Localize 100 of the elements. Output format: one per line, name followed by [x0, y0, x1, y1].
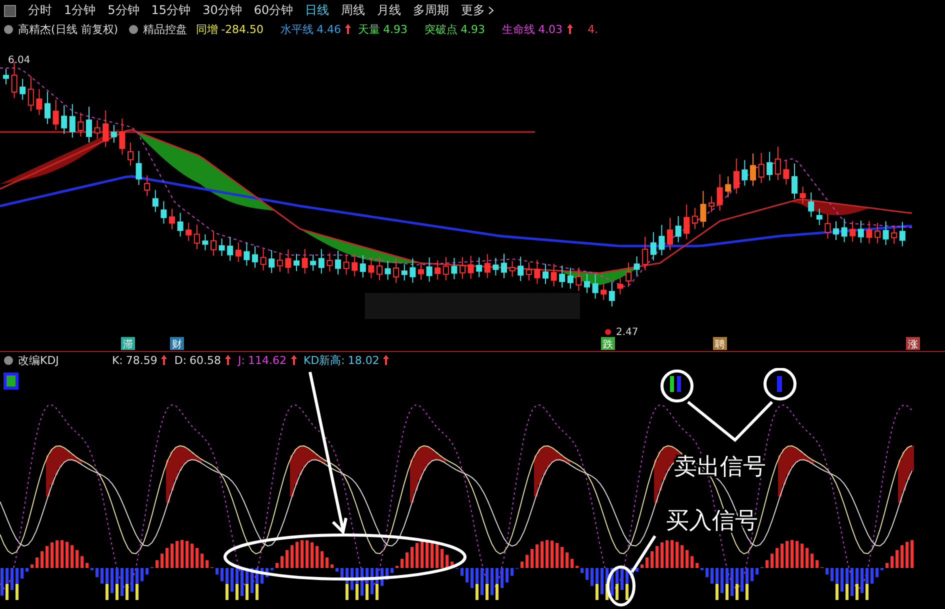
indicator-value: 78.59 [126, 354, 158, 367]
candlestick [634, 256, 640, 276]
period-tab[interactable]: 1分钟 [64, 2, 96, 20]
signal-marker: 涨 [906, 337, 920, 351]
candlestick [61, 105, 68, 135]
candlestick [584, 274, 590, 294]
candlestick [335, 250, 341, 276]
indicator-value: 60.58 [190, 354, 222, 367]
candlestick [426, 257, 432, 282]
period-tab[interactable]: 分时 [28, 2, 52, 20]
indicator-value: 4.93 [460, 22, 486, 36]
period-tab[interactable]: 周线 [341, 2, 366, 20]
indicator-value: 4.03 [538, 22, 563, 36]
price-label: 2.47 [616, 327, 638, 338]
indicator-label: D: [174, 354, 187, 367]
period-tab[interactable]: 15分钟 [151, 2, 191, 20]
candlestick [600, 283, 607, 301]
signal-marker: 财 [170, 337, 184, 351]
candlestick [310, 254, 316, 272]
chart-title: 改编KDJ [18, 352, 59, 368]
candlestick [177, 212, 184, 238]
candlestick [684, 204, 690, 240]
candlestick [742, 160, 748, 186]
candlestick [343, 254, 350, 276]
candlestick [608, 282, 615, 308]
candlestick [642, 236, 648, 272]
gear-icon[interactable] [129, 24, 138, 34]
candlestick [526, 262, 532, 282]
indicator-label: KD新高: [304, 352, 345, 368]
candlestick [235, 242, 242, 263]
indicator-value: 4. [588, 22, 598, 36]
candlestick [202, 234, 208, 252]
candlestick [376, 256, 382, 282]
candlestick [542, 264, 548, 285]
candlestick [816, 208, 822, 226]
indicator-label: 同增 [196, 22, 218, 37]
indicator-label: 生命线 [502, 22, 536, 37]
period-tab[interactable]: 更多 [461, 2, 486, 20]
signal-marker: 滞 [121, 337, 135, 351]
indicator-value: -284.50 [221, 22, 264, 36]
signal-marker: 聘 [713, 337, 727, 351]
candlestick [252, 246, 258, 269]
candlestick [136, 150, 142, 186]
chevron-right-icon [488, 6, 494, 16]
candlestick [576, 267, 582, 292]
indicator-label: 突破点 [424, 22, 458, 37]
candlestick [750, 153, 756, 187]
candlestick [160, 200, 167, 224]
candlestick [318, 248, 324, 274]
candlestick [758, 152, 764, 184]
gear-icon[interactable] [4, 356, 13, 365]
candlestick [858, 220, 864, 244]
period-tab[interactable]: 多周期 [413, 2, 450, 20]
candlestick [650, 232, 656, 262]
candlestick [725, 176, 732, 198]
candlestick [716, 174, 723, 212]
candlestick [294, 254, 300, 272]
candlestick [102, 110, 109, 148]
candlestick [28, 76, 34, 112]
indicator-label: 天量 [358, 22, 380, 37]
candlestick [268, 250, 275, 274]
candlestick [36, 88, 42, 116]
candlestick [451, 258, 458, 280]
candlestick [128, 142, 134, 166]
candlestick [800, 186, 806, 204]
period-tab[interactable]: 60分钟 [254, 2, 294, 20]
candlestick [559, 265, 566, 288]
candlestick [210, 231, 216, 257]
candlestick [476, 257, 482, 278]
candlestick [393, 258, 400, 284]
candlestick [509, 260, 516, 278]
candlestick [841, 218, 848, 243]
period-tab[interactable]: 日线 [305, 2, 330, 20]
gear-icon[interactable] [4, 24, 13, 34]
candlestick [518, 256, 524, 282]
candlestick [186, 222, 192, 242]
candlestick [3, 68, 9, 86]
period-tab[interactable]: 5分钟 [108, 2, 140, 20]
candlestick [44, 91, 50, 125]
candlestick [78, 112, 84, 138]
candlestick [626, 262, 632, 288]
candlestick [766, 152, 773, 182]
candlestick [20, 78, 26, 100]
chart-title: 高精杰(日线 前复权) [18, 22, 118, 37]
candlestick [410, 258, 416, 284]
candlestick [352, 254, 358, 278]
candlestick [874, 222, 880, 244]
candlestick [227, 236, 234, 262]
signal-marker: 跌 [601, 337, 615, 351]
candlestick [891, 225, 898, 244]
indicator-value: 4.46 [316, 22, 342, 36]
candlestick [774, 146, 781, 181]
candlestick [52, 100, 59, 131]
period-tab[interactable]: 30分钟 [202, 2, 242, 20]
period-tab[interactable]: 月线 [377, 2, 402, 20]
candlestick [882, 221, 889, 246]
candlestick [484, 254, 490, 279]
candlestick [285, 249, 292, 274]
panel-icon[interactable] [4, 4, 16, 17]
candlestick [534, 260, 540, 285]
